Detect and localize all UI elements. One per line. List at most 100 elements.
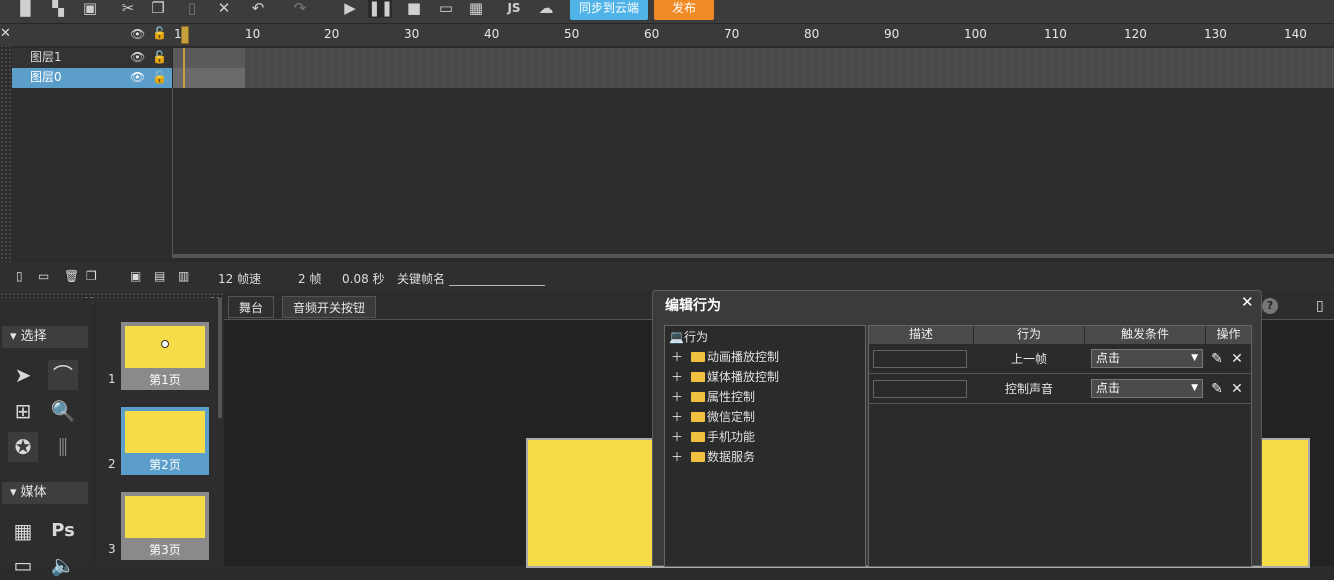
- grid-icon[interactable]: ▦: [8, 516, 38, 546]
- layer-name: 图层0: [30, 70, 62, 84]
- js-icon[interactable]: JS: [502, 0, 526, 18]
- tab-stage[interactable]: 舞台: [228, 296, 275, 318]
- delete-icon[interactable]: ✕: [212, 0, 236, 18]
- pause-icon[interactable]: ❚❚: [368, 0, 393, 18]
- folder-icon[interactable]: ▭: [38, 269, 49, 283]
- tree-item-label: 微信定制: [707, 410, 756, 424]
- behavior-grid: 描述 行为 触发条件 操作 上一帧 点击 ▼ ✎ ✕ 控制声音 点击 ▼ ✎ ✕: [868, 325, 1252, 567]
- duplicate-icon[interactable]: ❐: [86, 269, 97, 283]
- close-icon[interactable]: ✕: [0, 26, 11, 41]
- tab-audio-button[interactable]: 音频开关按钮: [282, 296, 377, 318]
- zoom-icon[interactable]: 🔍: [48, 396, 78, 426]
- frame-track[interactable]: [173, 68, 1334, 88]
- undo-icon[interactable]: ↶: [246, 0, 270, 18]
- visibility-all-icon[interactable]: 👁: [130, 27, 145, 41]
- column-header: 触发条件: [1085, 326, 1205, 344]
- guide-icon[interactable]: ⫼: [48, 432, 78, 462]
- new-file-icon[interactable]: ▉: [14, 0, 38, 18]
- sync-to-cloud-button[interactable]: 同步到云端: [570, 0, 648, 20]
- cut-icon[interactable]: ✂: [116, 0, 140, 18]
- eye-icon[interactable]: 👁: [130, 48, 145, 67]
- preview-icon[interactable]: ▭: [434, 0, 458, 18]
- lock-icon[interactable]: 🔓: [152, 68, 167, 87]
- paste-icon[interactable]: ▯: [180, 0, 204, 18]
- layer-name: 图层1: [30, 50, 62, 64]
- ruler-label: 120: [1124, 27, 1147, 41]
- edit-icon[interactable]: ✎: [1209, 380, 1225, 398]
- redo-icon[interactable]: ↷: [288, 0, 312, 18]
- tree-item[interactable]: ＋属性控制: [671, 388, 755, 406]
- page-number: 2: [108, 457, 116, 471]
- play-icon[interactable]: ▶: [338, 0, 362, 18]
- table-row: 上一帧 点击 ▼ ✎ ✕: [869, 344, 1251, 374]
- keyframe-icon[interactable]: ▤: [154, 269, 165, 283]
- page-thumbnail[interactable]: 第2页: [121, 407, 209, 475]
- pointer-icon[interactable]: ➤: [8, 360, 38, 390]
- photoshop-icon[interactable]: Ps: [48, 516, 78, 546]
- page-preview: [125, 496, 205, 538]
- folder-icon: [691, 432, 706, 442]
- column-header: 行为: [974, 326, 1084, 344]
- description-input[interactable]: [873, 350, 967, 368]
- ruler-label: 70: [724, 27, 740, 41]
- bezier-icon[interactable]: ⌒: [48, 360, 78, 390]
- tree-item[interactable]: ＋手机功能: [671, 428, 755, 446]
- playhead[interactable]: [181, 26, 189, 44]
- qrcode-icon[interactable]: ▦: [464, 0, 488, 18]
- tree-root[interactable]: 💻行为: [669, 328, 708, 346]
- lock-all-icon[interactable]: 🔓: [152, 26, 167, 40]
- sound-icon[interactable]: 🔈: [48, 550, 78, 580]
- tree-item[interactable]: ＋媒体播放控制: [671, 368, 779, 386]
- star-icon[interactable]: ✪: [8, 432, 38, 462]
- page-thumbnail[interactable]: 第3页: [121, 492, 209, 560]
- ruler-label: 20: [324, 27, 340, 41]
- delete-icon[interactable]: ✕: [1229, 350, 1245, 368]
- frame-track[interactable]: [173, 48, 1334, 68]
- column-header: 描述: [869, 326, 973, 344]
- pages-scrollbar[interactable]: [218, 298, 222, 418]
- ruler-label: 30: [404, 27, 420, 41]
- layer-row[interactable]: 图层0 👁 🔓: [12, 68, 172, 88]
- section-select[interactable]: ▾ 选择: [2, 326, 88, 348]
- tree-item-label: 属性控制: [707, 390, 756, 404]
- layer-row[interactable]: 图层1 👁 🔓: [12, 48, 172, 68]
- save-icon[interactable]: ▣: [78, 0, 102, 18]
- lock-icon[interactable]: 🔓: [152, 48, 167, 67]
- tree-item[interactable]: ＋动画播放控制: [671, 348, 779, 366]
- delete-icon[interactable]: ✕: [1229, 380, 1245, 398]
- trigger-select[interactable]: 点击 ▼: [1091, 349, 1203, 368]
- table-row: 控制声音 点击 ▼ ✎ ✕: [869, 374, 1251, 404]
- cloud-icon[interactable]: ☁: [534, 0, 558, 18]
- close-icon[interactable]: ✕: [1241, 293, 1254, 311]
- edit-icon[interactable]: ✎: [1209, 350, 1225, 368]
- frame-icon[interactable]: ▣: [130, 269, 141, 283]
- stop-icon[interactable]: ■: [402, 0, 426, 18]
- description-input[interactable]: [873, 380, 967, 398]
- copy-icon[interactable]: ❐: [146, 0, 170, 18]
- open-file-icon[interactable]: ▚: [46, 0, 70, 18]
- timeline-body: [12, 88, 1334, 258]
- chevron-down-icon: ▼: [1191, 383, 1198, 393]
- toolbox-panel: ▾ 选择 ➤ ⌒ ⊞ 🔍 ✪ ⫼ ▾ 媒体 ▦ Ps ▭ 🔈: [0, 298, 92, 577]
- ruler-label: 110: [1044, 27, 1067, 41]
- trigger-select[interactable]: 点击 ▼: [1091, 379, 1203, 398]
- tree-item[interactable]: ＋数据服务: [671, 448, 755, 466]
- new-layer-icon[interactable]: ▯: [16, 269, 23, 283]
- help-icon[interactable]: ?: [1262, 298, 1278, 314]
- timeline-scrollbar[interactable]: [173, 254, 1334, 258]
- chevron-down-icon: ▼: [1191, 353, 1198, 363]
- trash-icon[interactable]: 🗑: [64, 269, 79, 283]
- tree-item[interactable]: ＋微信定制: [671, 408, 755, 426]
- keyframe-name-input[interactable]: [449, 272, 545, 286]
- page-thumbnail[interactable]: 第1页: [121, 322, 209, 390]
- tree-item-label: 手机功能: [707, 430, 756, 444]
- publish-button[interactable]: 发布: [654, 0, 714, 20]
- section-media[interactable]: ▾ 媒体: [2, 482, 88, 504]
- transform-icon[interactable]: ⊞: [8, 396, 38, 426]
- image-icon[interactable]: ▭: [8, 550, 38, 580]
- blank-keyframe-icon[interactable]: ▥: [178, 269, 189, 283]
- mobile-icon[interactable]: ▯: [1316, 298, 1324, 314]
- eye-icon[interactable]: 👁: [130, 68, 145, 87]
- computer-icon: 💻: [669, 330, 684, 344]
- behavior-tree: 💻行为 ＋动画播放控制 ＋媒体播放控制 ＋属性控制 ＋微信定制 ＋手机功能 ＋数…: [664, 325, 866, 567]
